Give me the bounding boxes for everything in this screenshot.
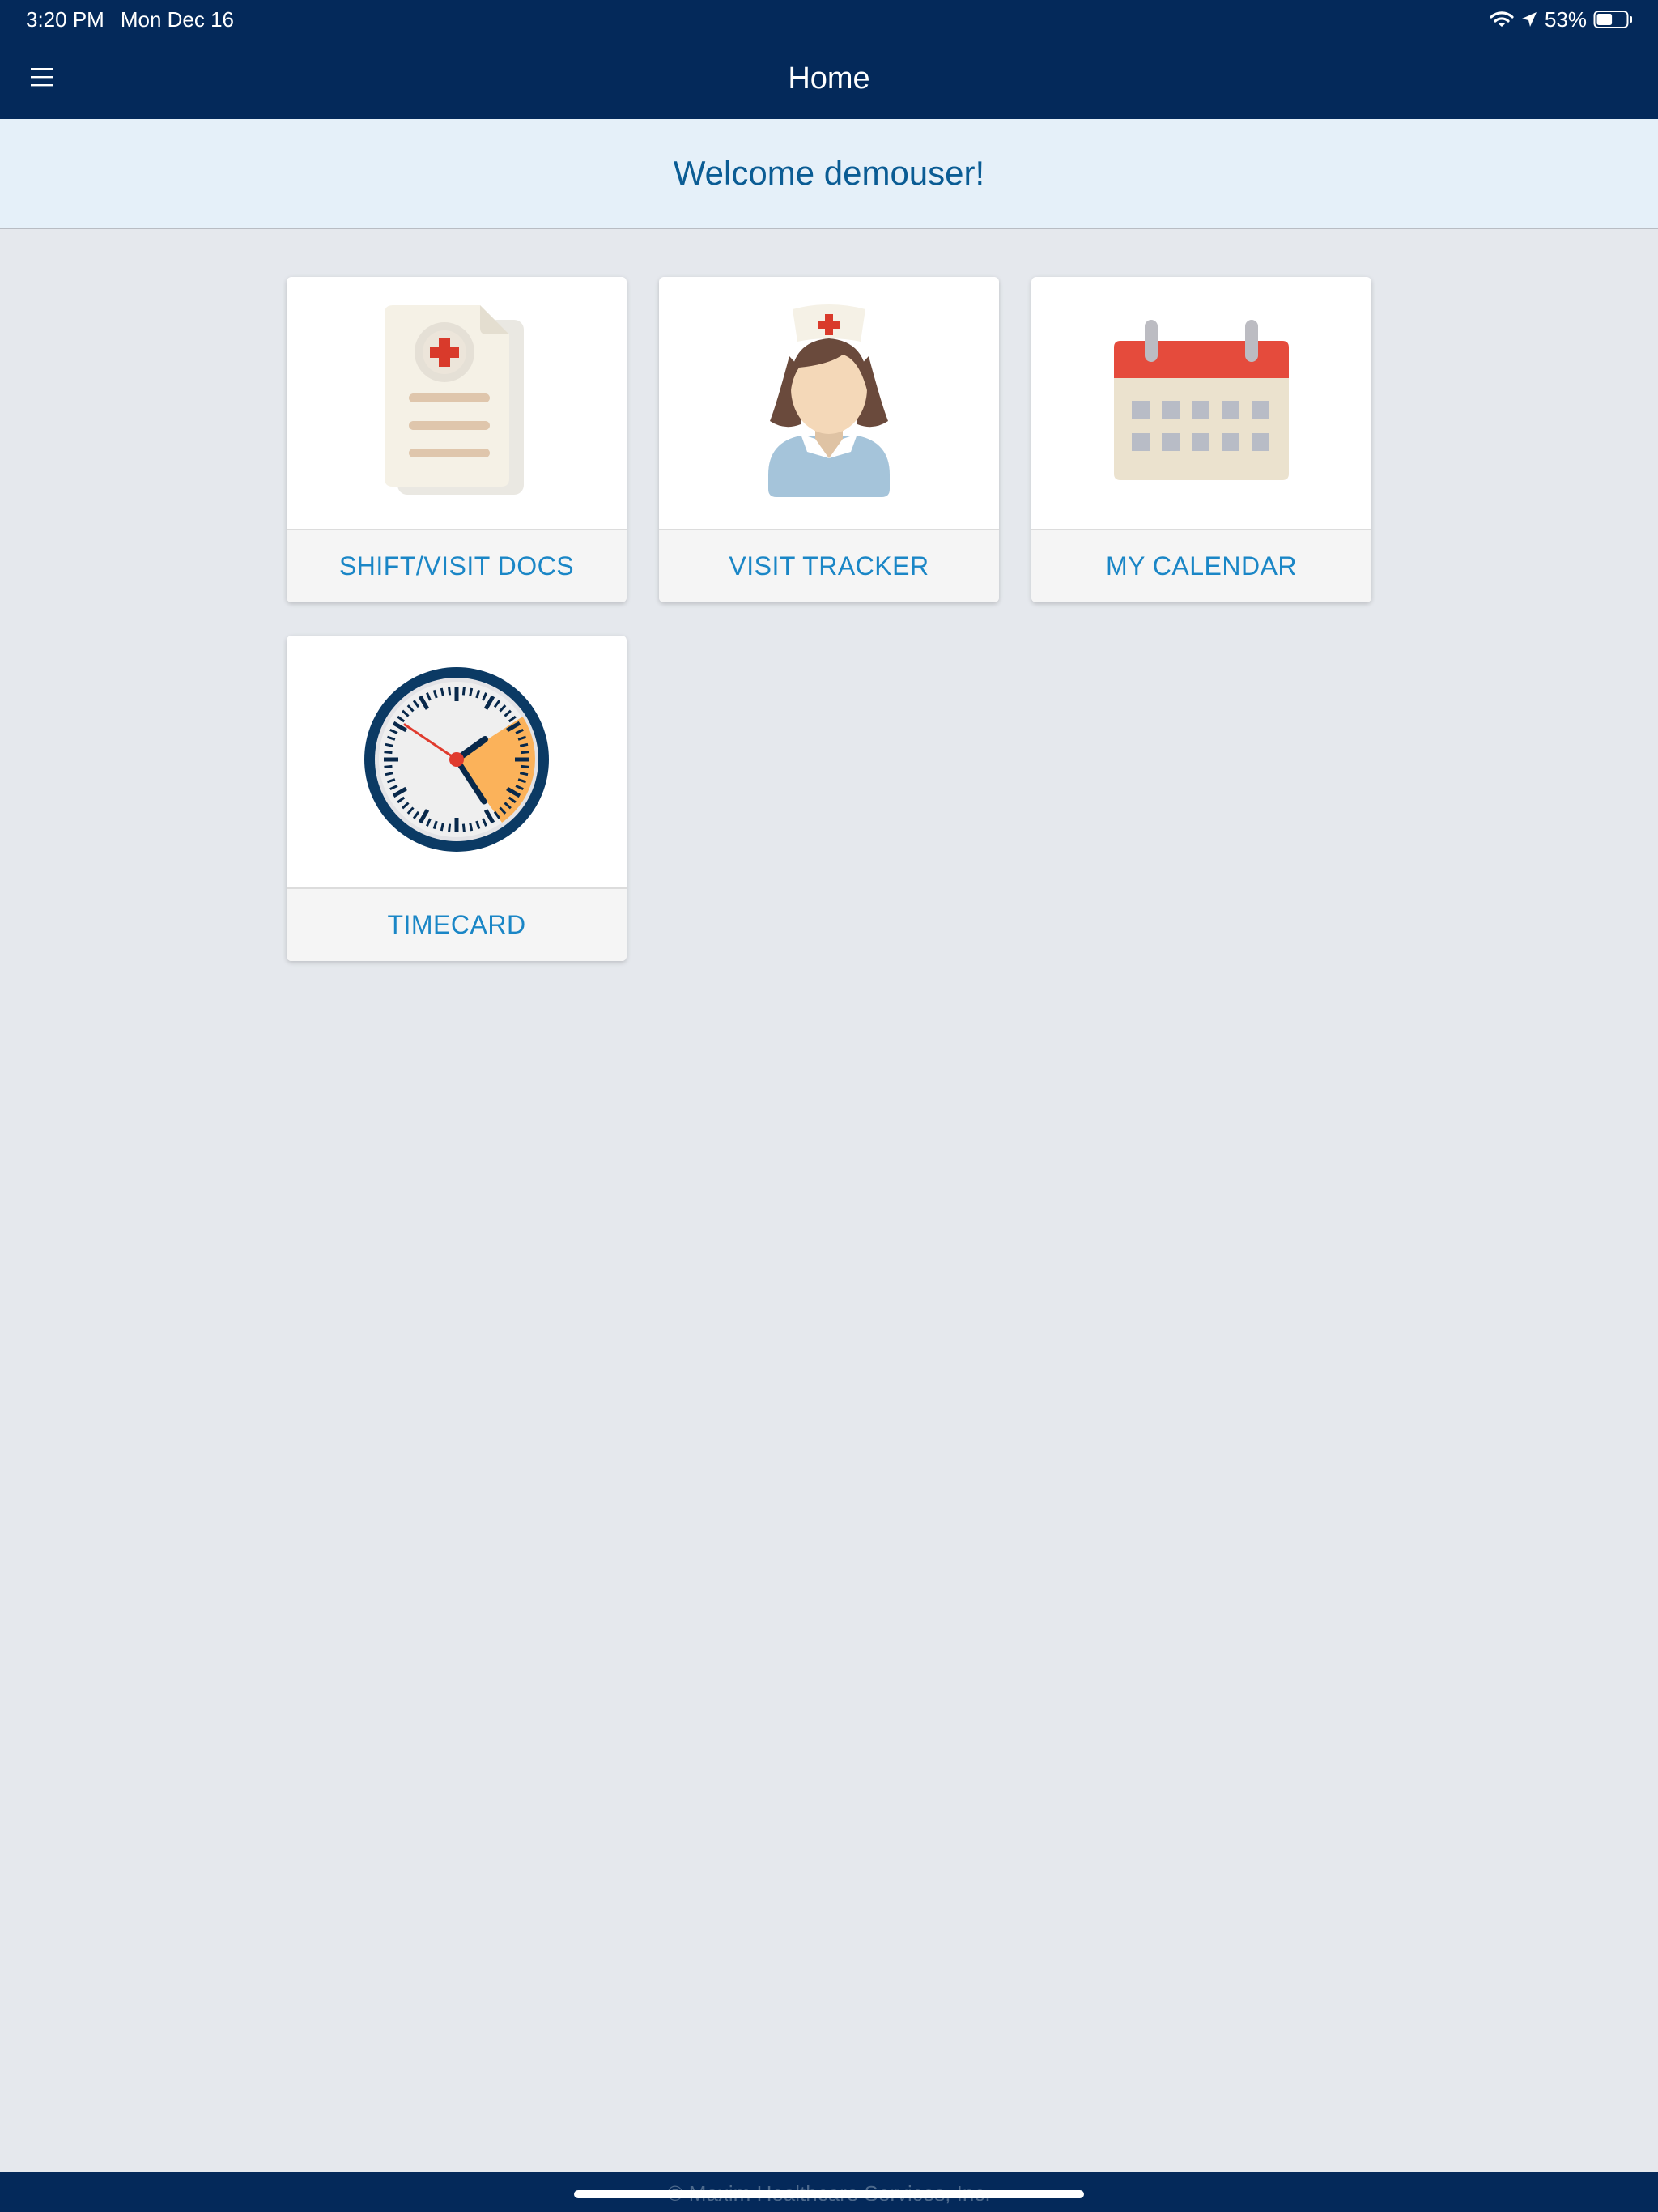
clock-tick (440, 687, 444, 697)
clock-tick (461, 687, 466, 696)
medical-document-icon (380, 304, 534, 502)
battery-fill (1596, 14, 1613, 25)
clock-tick (469, 822, 474, 832)
page-title: Home (788, 62, 870, 96)
tile-image (287, 277, 627, 529)
my-calendar-tile[interactable]: MY CALENDAR (1031, 277, 1371, 602)
status-time: 3:20 PM (26, 7, 104, 32)
tile-label: VISIT TRACKER (659, 529, 999, 602)
clock-tick (440, 822, 444, 832)
nurse-icon (752, 300, 906, 506)
clock-tick (519, 742, 529, 747)
tile-label: TIMECARD (287, 887, 627, 961)
tile-label: MY CALENDAR (1031, 529, 1371, 602)
clock-tick (461, 823, 466, 832)
clock-tick (384, 751, 393, 755)
wifi-icon (1490, 10, 1514, 29)
status-bar-time: 3:20 PM Mon Dec 16 (26, 5, 250, 34)
tile-image (287, 636, 627, 887)
battery-icon (1593, 10, 1634, 29)
tile-label: SHIFT/VISIT DOCS (287, 529, 627, 602)
clock-tick (521, 764, 529, 768)
clock-tick (448, 823, 452, 832)
clock-tick (469, 687, 474, 697)
shift-visit-docs-tile[interactable]: SHIFT/VISIT DOCS (287, 277, 627, 602)
location-arrow-icon (1520, 11, 1538, 28)
clock-tick (385, 742, 394, 747)
welcome-message: Welcome demouser! (673, 154, 985, 192)
home-indicator[interactable] (574, 2190, 1084, 2198)
clock-tick (448, 687, 452, 696)
clock-tick (521, 751, 529, 755)
status-date: Mon Dec 16 (120, 7, 235, 32)
visit-tracker-tile[interactable]: VISIT TRACKER (659, 277, 999, 602)
top-bar: 3:20 PM Mon Dec 16 53% Home (0, 0, 1658, 119)
welcome-banner: Welcome demouser! (0, 119, 1658, 229)
tile-image (659, 277, 999, 529)
calendar-icon (1112, 320, 1290, 486)
clock-tick (519, 772, 529, 776)
clock-tick (384, 764, 393, 768)
clock-tick (385, 772, 394, 776)
status-bar-right: 53% (1490, 5, 1634, 34)
clock-icon (363, 666, 551, 857)
tile-image (1031, 277, 1371, 529)
battery-percent: 53% (1544, 6, 1587, 32)
timecard-tile[interactable]: TIMECARD (287, 636, 627, 961)
